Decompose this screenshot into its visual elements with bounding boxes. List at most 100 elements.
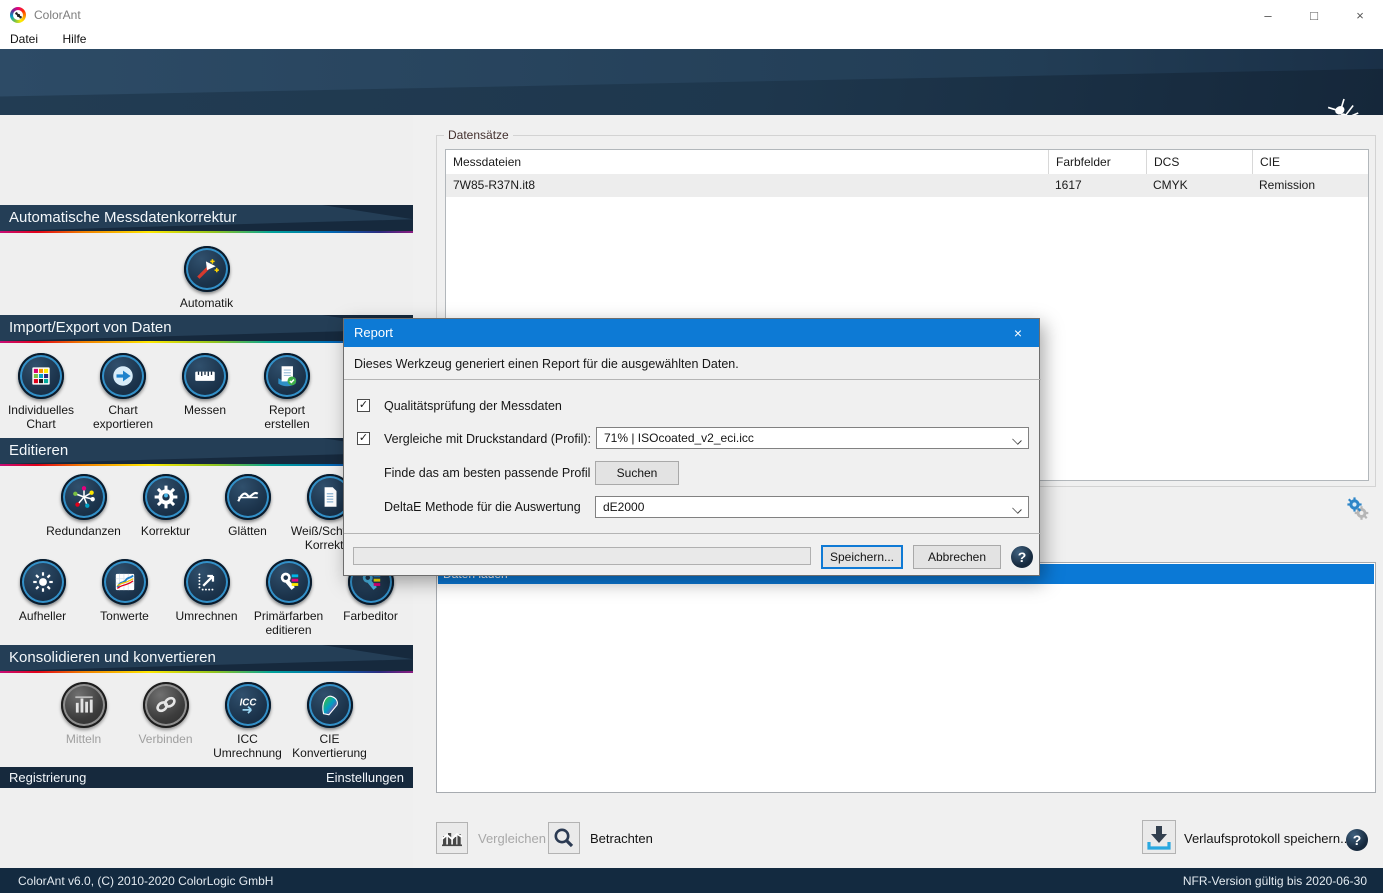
smooth-curve-icon: [225, 474, 271, 520]
titlebar: ColorAnt – □ ×: [0, 0, 1383, 30]
tool-mitteln: Mitteln: [43, 682, 125, 760]
maximize-button[interactable]: □: [1291, 0, 1337, 30]
version-text: ColorAnt v6.0, (C) 2010-2020 ColorLogic …: [18, 874, 273, 888]
starburst-icon: [61, 474, 107, 520]
help-button[interactable]: ?: [1346, 829, 1368, 851]
tool-label: CIE Konvertierung: [289, 732, 371, 760]
progress-bar: [353, 547, 811, 565]
deltae-select-value: dE2000: [603, 500, 644, 514]
tool-report-erstellen[interactable]: Report erstellen: [246, 353, 328, 431]
color-grid-icon: [18, 353, 64, 399]
view-button[interactable]: [548, 822, 580, 854]
tool-cie-konvertierung[interactable]: CIE Konvertierung: [289, 682, 371, 760]
tool-messen[interactable]: Messen: [164, 353, 246, 431]
cell-cie: Remission: [1252, 174, 1368, 197]
column-header-dcs[interactable]: DCS: [1146, 150, 1252, 174]
save-button[interactable]: Speichern...: [821, 545, 903, 569]
ruler-icon: [182, 353, 228, 399]
report-dialog: Report × Dieses Werkzeug generiert einen…: [343, 318, 1040, 576]
tool-glaetten[interactable]: Glätten: [207, 474, 289, 552]
tool-label: Chart exportieren: [82, 403, 164, 431]
dialog-description: Dieses Werkzeug generiert einen Report f…: [354, 357, 739, 371]
compare-standard-label: Vergleiche mit Druckstandard (Profil):: [384, 432, 591, 446]
tool-chart-exportieren[interactable]: Chart exportieren: [82, 353, 164, 431]
dialog-close-button[interactable]: ×: [997, 319, 1039, 347]
tool-label: Primärfarben editieren: [248, 609, 330, 637]
menubar: Datei Hilfe: [0, 30, 1383, 49]
tool-individuelles-chart[interactable]: Individuelles Chart: [0, 353, 82, 431]
quality-check-checkbox[interactable]: ✓: [357, 399, 370, 412]
tool-label: Glätten: [228, 524, 267, 538]
tool-icc-umrechnung[interactable]: ICC ICC Umrechnung: [207, 682, 289, 760]
tool-label: Farbeditor: [343, 609, 398, 623]
column-header-messdateien[interactable]: Messdateien: [446, 150, 1048, 174]
compare-button[interactable]: [436, 822, 468, 854]
tool-verbinden: Verbinden: [125, 682, 207, 760]
history-log-list: Daten laden: [436, 562, 1376, 793]
convert-arrow-icon: [184, 559, 230, 605]
chain-link-icon: [143, 682, 189, 728]
wrench-colors-icon: [266, 559, 312, 605]
tool-label: Tonwerte: [100, 609, 149, 623]
profile-select[interactable]: 71% | ISOcoated_v2_eci.icc: [596, 427, 1029, 449]
tool-label: Report erstellen: [246, 403, 328, 431]
tone-chart-icon: [102, 559, 148, 605]
ant-icon: [1319, 97, 1371, 115]
tool-label: ICC Umrechnung: [207, 732, 289, 760]
tool-primaerfarben[interactable]: Primärfarben editieren: [248, 559, 330, 637]
tool-redundanzen[interactable]: Redundanzen: [43, 474, 125, 552]
menu-datei[interactable]: Datei: [0, 30, 48, 46]
tool-korrektur[interactable]: Korrektur: [125, 474, 207, 552]
tool-umrechnen[interactable]: Umrechnen: [166, 559, 248, 637]
average-bars-icon: [61, 682, 107, 728]
table-header-row: Messdateien Farbfelder DCS CIE: [446, 150, 1368, 174]
menu-hilfe[interactable]: Hilfe: [52, 30, 96, 46]
tool-label: Automatik: [180, 296, 233, 310]
table-row[interactable]: 7W85-R37N.it8 1617 CMYK Remission: [446, 174, 1368, 197]
cell-dcs: CMYK: [1146, 174, 1252, 197]
icc-icon: ICC: [225, 682, 271, 728]
section-header-automatik: Automatische Messdatenkorrektur: [0, 205, 413, 231]
chevron-down-icon: [1013, 436, 1021, 444]
cell-messdatei: 7W85-R37N.it8: [446, 174, 1048, 197]
gears-icon: [1343, 494, 1373, 524]
dialog-title: Report: [354, 325, 393, 340]
tool-label: Umrechnen: [175, 609, 237, 623]
column-header-cie[interactable]: CIE: [1252, 150, 1368, 174]
gear-icon: [143, 474, 189, 520]
tool-label: Korrektur: [141, 524, 190, 538]
search-button[interactable]: Suchen: [595, 461, 679, 485]
tool-aufheller[interactable]: Aufheller: [2, 559, 84, 637]
cancel-button[interactable]: Abbrechen: [913, 545, 1001, 569]
deltae-method-select[interactable]: dE2000: [595, 496, 1029, 518]
cie-gamut-icon: [307, 682, 353, 728]
dialog-help-button[interactable]: ?: [1011, 546, 1033, 568]
column-header-farbfelder[interactable]: Farbfelder: [1048, 150, 1146, 174]
tool-automatik[interactable]: Automatik: [166, 246, 248, 310]
tool-label: Messen: [184, 403, 226, 417]
dialog-titlebar: Report ×: [344, 319, 1039, 347]
chevron-down-icon: [1013, 505, 1021, 513]
save-log-button[interactable]: [1142, 820, 1176, 854]
compare-standard-checkbox[interactable]: ✓: [357, 432, 370, 445]
compare-label: Vergleichen: [478, 831, 546, 846]
export-arrow-icon: [100, 353, 146, 399]
tool-tonwerte[interactable]: Tonwerte: [84, 559, 166, 637]
close-button[interactable]: ×: [1337, 0, 1383, 30]
registration-link[interactable]: Registrierung: [9, 770, 86, 785]
section-rainbow: [0, 671, 413, 673]
tool-label: Verbinden: [138, 732, 192, 746]
compare-chart-icon: [441, 827, 463, 849]
cell-farbfelder: 1617: [1048, 174, 1146, 197]
section-rainbow: [0, 231, 413, 233]
process-settings-button[interactable]: [1342, 493, 1374, 525]
tool-label: Aufheller: [19, 609, 66, 623]
tool-label: Individuelles Chart: [0, 403, 82, 431]
settings-link[interactable]: Einstellungen: [326, 770, 404, 785]
view-label: Betrachten: [590, 831, 653, 846]
tool-label: Redundanzen: [46, 524, 121, 538]
statusbar: ColorAnt v6.0, (C) 2010-2020 ColorLogic …: [0, 868, 1383, 893]
magic-wand-icon: [184, 246, 230, 292]
colorant-logo: ColorAnt: [1215, 99, 1365, 115]
minimize-button[interactable]: –: [1245, 0, 1291, 30]
